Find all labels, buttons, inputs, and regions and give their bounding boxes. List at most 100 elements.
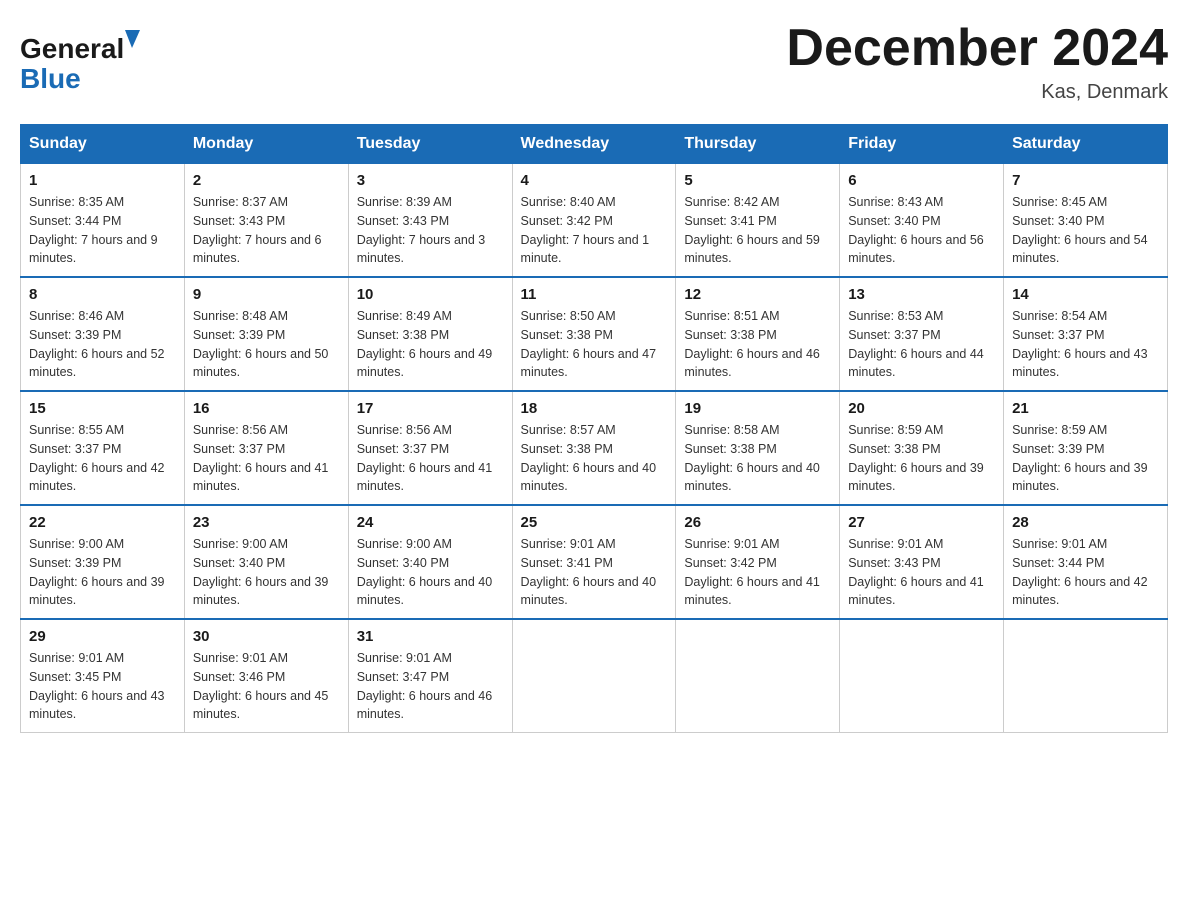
day-info: Sunrise: 9:01 AM Sunset: 3:46 PM Dayligh… <box>193 649 340 724</box>
day-info: Sunrise: 8:50 AM Sunset: 3:38 PM Dayligh… <box>521 307 668 382</box>
sunset-label: Sunset: 3:37 PM <box>848 328 940 342</box>
sunset-label: Sunset: 3:37 PM <box>357 442 449 456</box>
daylight-label: Daylight: 7 hours and 9 minutes. <box>29 233 158 266</box>
svg-text:Blue: Blue <box>20 63 81 94</box>
sunrise-label: Sunrise: 8:54 AM <box>1012 309 1107 323</box>
calendar-day-cell: 27 Sunrise: 9:01 AM Sunset: 3:43 PM Dayl… <box>840 505 1004 619</box>
daylight-label: Daylight: 6 hours and 40 minutes. <box>357 575 493 608</box>
sunrise-label: Sunrise: 9:01 AM <box>521 537 616 551</box>
calendar-week-row: 1 Sunrise: 8:35 AM Sunset: 3:44 PM Dayli… <box>21 164 1168 278</box>
day-info: Sunrise: 8:54 AM Sunset: 3:37 PM Dayligh… <box>1012 307 1159 382</box>
sunset-label: Sunset: 3:38 PM <box>848 442 940 456</box>
sunrise-label: Sunrise: 8:56 AM <box>193 423 288 437</box>
sunset-label: Sunset: 3:44 PM <box>29 214 121 228</box>
calendar-day-cell: 14 Sunrise: 8:54 AM Sunset: 3:37 PM Dayl… <box>1004 277 1168 391</box>
calendar-day-cell <box>512 619 676 733</box>
day-number: 31 <box>357 628 504 645</box>
sunset-label: Sunset: 3:37 PM <box>193 442 285 456</box>
sunrise-label: Sunrise: 9:01 AM <box>1012 537 1107 551</box>
sunrise-label: Sunrise: 8:51 AM <box>684 309 779 323</box>
svg-text:General: General <box>20 33 124 64</box>
calendar-day-cell: 30 Sunrise: 9:01 AM Sunset: 3:46 PM Dayl… <box>184 619 348 733</box>
day-info: Sunrise: 9:01 AM Sunset: 3:47 PM Dayligh… <box>357 649 504 724</box>
day-info: Sunrise: 8:46 AM Sunset: 3:39 PM Dayligh… <box>29 307 176 382</box>
day-number: 27 <box>848 514 995 531</box>
calendar-table: Sunday Monday Tuesday Wednesday Thursday… <box>20 124 1168 733</box>
day-info: Sunrise: 9:01 AM Sunset: 3:42 PM Dayligh… <box>684 535 831 610</box>
day-number: 25 <box>521 514 668 531</box>
sunrise-label: Sunrise: 8:58 AM <box>684 423 779 437</box>
day-number: 1 <box>29 172 176 189</box>
calendar-day-cell: 18 Sunrise: 8:57 AM Sunset: 3:38 PM Dayl… <box>512 391 676 505</box>
daylight-label: Daylight: 6 hours and 42 minutes. <box>29 461 165 494</box>
sunset-label: Sunset: 3:43 PM <box>848 556 940 570</box>
daylight-label: Daylight: 6 hours and 47 minutes. <box>521 347 657 380</box>
sunrise-label: Sunrise: 8:59 AM <box>848 423 943 437</box>
daylight-label: Daylight: 6 hours and 45 minutes. <box>193 689 329 722</box>
calendar-header-row: Sunday Monday Tuesday Wednesday Thursday… <box>21 125 1168 164</box>
day-info: Sunrise: 8:45 AM Sunset: 3:40 PM Dayligh… <box>1012 193 1159 268</box>
sunrise-label: Sunrise: 8:48 AM <box>193 309 288 323</box>
sunset-label: Sunset: 3:39 PM <box>1012 442 1104 456</box>
daylight-label: Daylight: 7 hours and 6 minutes. <box>193 233 322 266</box>
day-info: Sunrise: 9:01 AM Sunset: 3:41 PM Dayligh… <box>521 535 668 610</box>
day-info: Sunrise: 9:01 AM Sunset: 3:43 PM Dayligh… <box>848 535 995 610</box>
day-number: 11 <box>521 286 668 303</box>
day-number: 30 <box>193 628 340 645</box>
day-number: 12 <box>684 286 831 303</box>
daylight-label: Daylight: 6 hours and 52 minutes. <box>29 347 165 380</box>
day-info: Sunrise: 8:43 AM Sunset: 3:40 PM Dayligh… <box>848 193 995 268</box>
calendar-day-cell: 31 Sunrise: 9:01 AM Sunset: 3:47 PM Dayl… <box>348 619 512 733</box>
day-info: Sunrise: 9:01 AM Sunset: 3:44 PM Dayligh… <box>1012 535 1159 610</box>
sunrise-label: Sunrise: 8:57 AM <box>521 423 616 437</box>
day-number: 24 <box>357 514 504 531</box>
day-number: 9 <box>193 286 340 303</box>
day-number: 2 <box>193 172 340 189</box>
sunrise-label: Sunrise: 9:01 AM <box>684 537 779 551</box>
calendar-day-cell: 28 Sunrise: 9:01 AM Sunset: 3:44 PM Dayl… <box>1004 505 1168 619</box>
sunrise-label: Sunrise: 9:00 AM <box>357 537 452 551</box>
daylight-label: Daylight: 6 hours and 40 minutes. <box>521 575 657 608</box>
calendar-day-cell: 15 Sunrise: 8:55 AM Sunset: 3:37 PM Dayl… <box>21 391 185 505</box>
sunset-label: Sunset: 3:37 PM <box>1012 328 1104 342</box>
day-info: Sunrise: 8:49 AM Sunset: 3:38 PM Dayligh… <box>357 307 504 382</box>
col-tuesday: Tuesday <box>348 125 512 164</box>
day-number: 22 <box>29 514 176 531</box>
daylight-label: Daylight: 6 hours and 41 minutes. <box>193 461 329 494</box>
calendar-day-cell: 10 Sunrise: 8:49 AM Sunset: 3:38 PM Dayl… <box>348 277 512 391</box>
day-info: Sunrise: 8:56 AM Sunset: 3:37 PM Dayligh… <box>357 421 504 496</box>
day-number: 21 <box>1012 400 1159 417</box>
calendar-week-row: 8 Sunrise: 8:46 AM Sunset: 3:39 PM Dayli… <box>21 277 1168 391</box>
day-number: 15 <box>29 400 176 417</box>
calendar-day-cell: 16 Sunrise: 8:56 AM Sunset: 3:37 PM Dayl… <box>184 391 348 505</box>
daylight-label: Daylight: 6 hours and 41 minutes. <box>357 461 493 494</box>
day-number: 6 <box>848 172 995 189</box>
day-number: 18 <box>521 400 668 417</box>
col-wednesday: Wednesday <box>512 125 676 164</box>
calendar-day-cell: 11 Sunrise: 8:50 AM Sunset: 3:38 PM Dayl… <box>512 277 676 391</box>
daylight-label: Daylight: 6 hours and 42 minutes. <box>1012 575 1148 608</box>
daylight-label: Daylight: 6 hours and 49 minutes. <box>357 347 493 380</box>
day-number: 13 <box>848 286 995 303</box>
calendar-day-cell: 25 Sunrise: 9:01 AM Sunset: 3:41 PM Dayl… <box>512 505 676 619</box>
day-number: 16 <box>193 400 340 417</box>
calendar-day-cell: 5 Sunrise: 8:42 AM Sunset: 3:41 PM Dayli… <box>676 164 840 278</box>
daylight-label: Daylight: 6 hours and 41 minutes. <box>684 575 820 608</box>
sunrise-label: Sunrise: 8:37 AM <box>193 195 288 209</box>
day-info: Sunrise: 9:00 AM Sunset: 3:40 PM Dayligh… <box>357 535 504 610</box>
daylight-label: Daylight: 6 hours and 39 minutes. <box>29 575 165 608</box>
sunrise-label: Sunrise: 8:53 AM <box>848 309 943 323</box>
day-number: 3 <box>357 172 504 189</box>
daylight-label: Daylight: 6 hours and 54 minutes. <box>1012 233 1148 266</box>
sunrise-label: Sunrise: 9:01 AM <box>357 651 452 665</box>
daylight-label: Daylight: 6 hours and 46 minutes. <box>357 689 493 722</box>
daylight-label: Daylight: 6 hours and 39 minutes. <box>848 461 984 494</box>
daylight-label: Daylight: 6 hours and 56 minutes. <box>848 233 984 266</box>
sunset-label: Sunset: 3:38 PM <box>521 442 613 456</box>
sunset-label: Sunset: 3:42 PM <box>684 556 776 570</box>
calendar-day-cell: 7 Sunrise: 8:45 AM Sunset: 3:40 PM Dayli… <box>1004 164 1168 278</box>
col-sunday: Sunday <box>21 125 185 164</box>
sunset-label: Sunset: 3:41 PM <box>684 214 776 228</box>
daylight-label: Daylight: 6 hours and 46 minutes. <box>684 347 820 380</box>
day-info: Sunrise: 8:42 AM Sunset: 3:41 PM Dayligh… <box>684 193 831 268</box>
